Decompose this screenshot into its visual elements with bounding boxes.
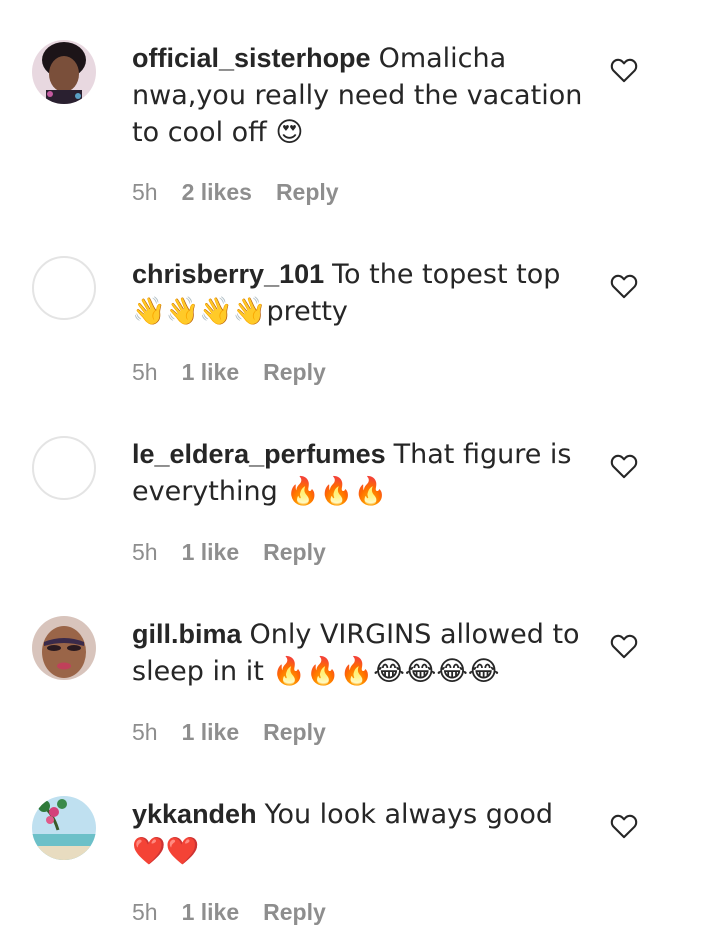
avatar-photo — [32, 796, 96, 860]
comment-text: official_sisterhope Omalicha nwa,you real… — [132, 40, 592, 151]
reply-button[interactable]: Reply — [276, 177, 339, 207]
timestamp: 5h — [132, 899, 158, 925]
comment-text: le_eldera_perfumes That figure is everyth… — [132, 436, 592, 510]
reply-button[interactable]: Reply — [263, 897, 326, 927]
timestamp: 5h — [132, 359, 158, 385]
likes-count[interactable]: 1 like — [182, 357, 240, 387]
username[interactable]: gill.bima — [132, 619, 242, 649]
heart-outline-icon[interactable] — [610, 273, 638, 299]
heart-outline-icon[interactable] — [610, 813, 638, 839]
avatar-photo — [32, 40, 96, 104]
avatar[interactable] — [32, 796, 96, 860]
comment-meta: 5h 1 like Reply — [132, 537, 326, 567]
heart-outline-icon[interactable] — [610, 453, 638, 479]
avatar-photo — [32, 616, 96, 680]
comment-text: chrisberry_101 To the topest top👋👋👋👋prett… — [132, 256, 592, 330]
likes-count[interactable]: 1 like — [182, 717, 240, 747]
comment-meta: 5h 1 like Reply — [132, 717, 326, 747]
reply-button[interactable]: Reply — [263, 717, 326, 747]
likes-count[interactable]: 1 like — [182, 897, 240, 927]
username[interactable]: chrisberry_101 — [132, 259, 324, 289]
heart-outline-icon[interactable] — [610, 57, 638, 83]
reply-button[interactable]: Reply — [263, 357, 326, 387]
avatar[interactable] — [32, 616, 96, 680]
heart-outline-icon[interactable] — [610, 633, 638, 659]
username[interactable]: le_eldera_perfumes — [132, 439, 386, 469]
likes-count[interactable]: 1 like — [182, 537, 240, 567]
comment-meta: 5h 1 like Reply — [132, 357, 326, 387]
timestamp: 5h — [132, 539, 158, 565]
timestamp: 5h — [132, 179, 158, 205]
comment-text: gill.bima Only VIRGINS allowed to sleep i… — [132, 616, 592, 690]
avatar[interactable] — [32, 436, 96, 500]
comment-meta: 5h 2 likes Reply — [132, 177, 339, 207]
username[interactable]: ykkandeh — [132, 799, 257, 829]
likes-count[interactable]: 2 likes — [182, 177, 252, 207]
comment-text: ykkandeh You look always good ❤️❤️ — [132, 796, 592, 870]
username[interactable]: official_sisterhope — [132, 43, 371, 73]
avatar[interactable] — [32, 256, 96, 320]
avatar[interactable] — [32, 40, 96, 104]
timestamp: 5h — [132, 719, 158, 745]
reply-button[interactable]: Reply — [263, 537, 326, 567]
comment-meta: 5h 1 like Reply — [132, 897, 326, 927]
